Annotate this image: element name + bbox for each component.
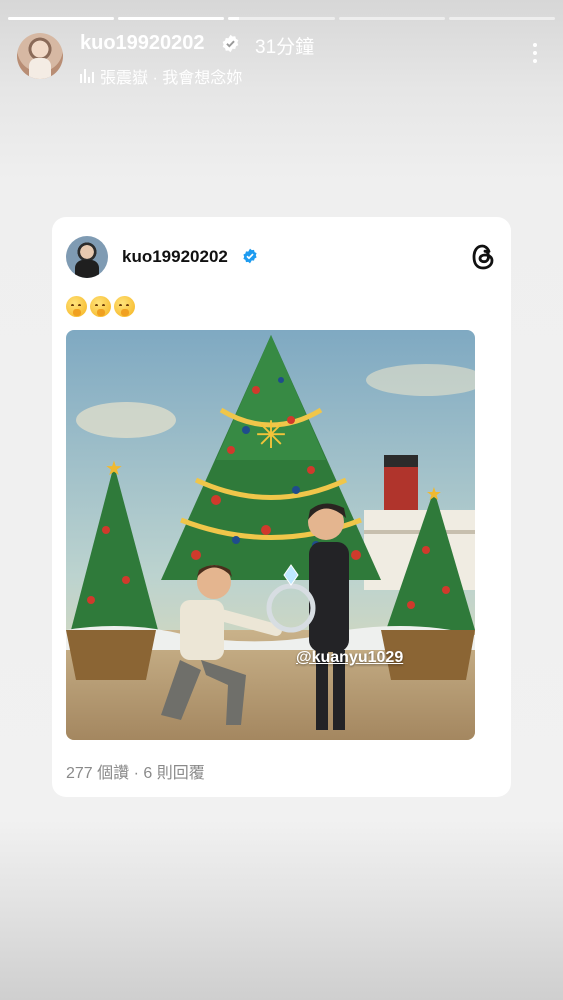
- emoji-row: [66, 296, 135, 317]
- threads-logo-icon[interactable]: [470, 242, 496, 272]
- music-text: 張震嶽 · 我會想念妳: [100, 70, 243, 87]
- story-progress-segment: [8, 17, 115, 20]
- shushing-face-icon: [114, 296, 135, 317]
- story-progress-segment: [228, 17, 335, 20]
- story-progress-segment: [338, 17, 445, 20]
- post-time: 31分鐘: [255, 37, 315, 58]
- music-label[interactable]: 張震嶽 · 我會想念妳: [80, 64, 242, 88]
- verified-badge-icon: [243, 248, 257, 264]
- author-avatar[interactable]: [17, 33, 63, 79]
- story-progress-segment: [118, 17, 225, 20]
- story-header: kuo19920202 31分鐘 張震嶽 · 我會想念妳: [17, 32, 546, 87]
- shared-threads-post[interactable]: kuo19920202 ✳ ★ ★ @kuanyu1029 277 個讚 · 6…: [52, 217, 511, 797]
- svg-text:★: ★: [105, 456, 123, 480]
- more-vertical-icon[interactable]: [524, 40, 546, 70]
- story-progress-bar: [8, 17, 556, 20]
- post-image[interactable]: ✳ ★ ★ @kuanyu1029: [66, 330, 475, 740]
- author-username[interactable]: kuo19920202: [80, 32, 205, 55]
- verified-icon: [222, 34, 239, 53]
- post-author-username[interactable]: kuo19920202: [122, 247, 228, 267]
- post-stats[interactable]: 277 個讚 · 6 則回覆: [66, 759, 205, 783]
- user-mention-tag[interactable]: @kuanyu1029: [296, 649, 403, 667]
- post-author-avatar[interactable]: [66, 236, 108, 278]
- shushing-face-icon: [90, 296, 111, 317]
- svg-text:★: ★: [426, 484, 442, 505]
- story-progress-segment: [448, 17, 556, 20]
- shushing-face-icon: [66, 296, 87, 317]
- svg-text:✳: ✳: [255, 413, 287, 457]
- music-bars-icon: [80, 69, 94, 83]
